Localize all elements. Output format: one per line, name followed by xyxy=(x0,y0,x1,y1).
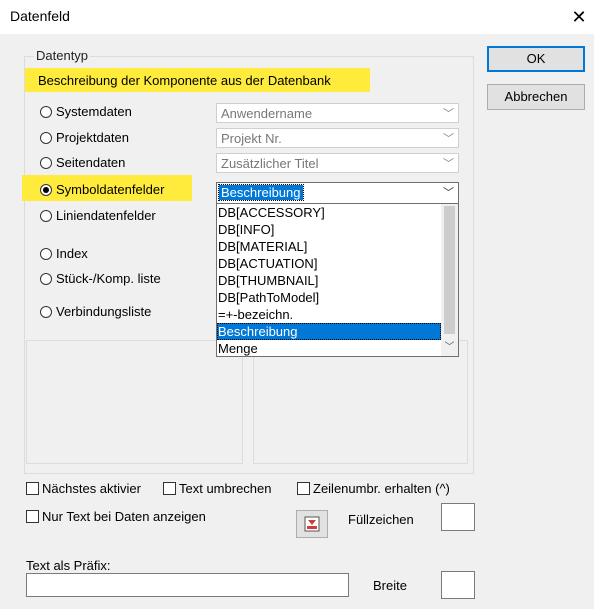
radio-label: Systemdaten xyxy=(56,104,132,119)
chevron-down-icon: ﹀ xyxy=(443,108,454,120)
list-items: DB[ACCESSORY] DB[INFO] DB[MATERIAL] DB[A… xyxy=(217,204,441,356)
checkbox-box xyxy=(26,482,39,495)
checkbox-label: Text umbrechen xyxy=(179,481,272,496)
radio-circle xyxy=(40,131,52,144)
radio-index[interactable]: Index xyxy=(40,246,88,261)
radio-label: Projektdaten xyxy=(56,130,129,145)
radio-liniendatenfelder[interactable]: Liniendatenfelder xyxy=(40,208,156,223)
checkbox-box xyxy=(297,482,310,495)
radio-seitendaten[interactable]: Seitendaten xyxy=(40,155,125,170)
page-combo[interactable]: Zusätzlicher Titel ﹀ xyxy=(216,153,459,173)
prefix-label: Text als Präfix: xyxy=(26,558,111,573)
system-combo[interactable]: Anwendername ﹀ xyxy=(216,103,459,123)
radio-circle xyxy=(40,272,52,285)
checkbox-label: Zeilenumbr. erhalten (^) xyxy=(313,481,450,496)
close-button[interactable]: ✕ xyxy=(566,4,592,30)
scroll-down-icon[interactable]: ﹀ xyxy=(441,339,458,356)
radio-label: Symboldatenfelder xyxy=(56,182,165,197)
scrollbar-thumb[interactable] xyxy=(444,206,455,334)
checkbox-box xyxy=(26,510,39,523)
list-item-selected[interactable]: Beschreibung xyxy=(217,323,441,340)
component-description: Beschreibung der Komponente aus der Date… xyxy=(38,73,331,88)
list-item[interactable]: DB[THUMBNAIL] xyxy=(217,272,441,289)
fill-char-input[interactable] xyxy=(441,503,475,531)
list-item[interactable]: =+-bezeichn. xyxy=(217,306,441,323)
group-legend: Datentyp xyxy=(34,48,91,63)
radio-circle xyxy=(40,209,52,222)
close-icon: ✕ xyxy=(571,7,587,27)
chevron-down-icon: ﹀ xyxy=(443,187,454,199)
checkbox-label: Nächstes aktivier xyxy=(42,481,141,496)
list-item[interactable]: DB[ACTUATION] xyxy=(217,255,441,272)
preview-panel-right xyxy=(253,340,468,464)
radio-label: Stück-/Komp. liste xyxy=(56,271,161,286)
list-item[interactable]: DB[ACCESSORY] xyxy=(217,204,441,221)
list-item[interactable]: DB[PathToModel] xyxy=(217,289,441,306)
radio-circle-selected xyxy=(40,183,52,196)
radio-symboldatenfelder[interactable]: Symboldatenfelder xyxy=(40,182,164,197)
fill-char-label: Füllzeichen xyxy=(348,512,414,527)
radio-circle xyxy=(40,156,52,169)
radio-circle xyxy=(40,305,52,318)
list-scrollbar[interactable]: ﹀ xyxy=(441,204,458,356)
project-combo[interactable]: Projekt Nr. ﹀ xyxy=(216,128,459,148)
checkbox-keep-linebreaks[interactable]: Zeilenumbr. erhalten (^) xyxy=(297,481,450,496)
width-input[interactable] xyxy=(441,571,475,599)
radio-projektdaten[interactable]: Projektdaten xyxy=(40,130,129,145)
checkbox-wrap-text[interactable]: Text umbrechen xyxy=(163,481,272,496)
window-title: Datenfeld xyxy=(10,8,70,24)
combo-value: Beschreibung xyxy=(218,184,304,201)
checkbox-next-activate[interactable]: Nächstes aktivier xyxy=(26,481,141,496)
chevron-down-icon: ﹀ xyxy=(443,133,454,145)
radio-label: Liniendatenfelder xyxy=(56,208,156,223)
radio-verbindungsliste[interactable]: Verbindungsliste xyxy=(40,304,151,319)
checkbox-box xyxy=(163,482,176,495)
radio-label: Index xyxy=(56,246,88,261)
symbol-dropdown-list[interactable]: DB[ACCESSORY] DB[INFO] DB[MATERIAL] DB[A… xyxy=(216,203,459,357)
radio-circle xyxy=(40,247,52,260)
list-item[interactable]: Menge xyxy=(217,340,441,356)
list-item[interactable]: DB[MATERIAL] xyxy=(217,238,441,255)
prefix-input[interactable] xyxy=(26,573,349,597)
radio-stueckliste[interactable]: Stück-/Komp. liste xyxy=(40,271,161,286)
combo-value: Projekt Nr. xyxy=(221,131,282,146)
radio-label: Seitendaten xyxy=(56,155,126,170)
fill-char-icon xyxy=(304,516,320,532)
cancel-button[interactable]: Abbrechen xyxy=(487,84,585,110)
ok-button[interactable]: OK xyxy=(487,46,585,72)
checkbox-text-only-with-data[interactable]: Nur Text bei Daten anzeigen xyxy=(26,509,206,524)
width-label: Breite xyxy=(373,578,407,593)
list-item[interactable]: DB[INFO] xyxy=(217,221,441,238)
radio-label: Verbindungsliste xyxy=(56,304,152,319)
title-bar: Datenfeld ✕ xyxy=(0,0,594,34)
symbol-combo[interactable]: Beschreibung ﹀ xyxy=(216,182,459,204)
checkbox-label: Nur Text bei Daten anzeigen xyxy=(42,509,206,524)
radio-circle xyxy=(40,105,52,118)
preview-panel-left xyxy=(26,340,243,464)
combo-value: Zusätzlicher Titel xyxy=(221,156,319,171)
radio-systemdaten[interactable]: Systemdaten xyxy=(40,104,132,119)
combo-value: Anwendername xyxy=(221,106,313,121)
fill-char-button[interactable] xyxy=(296,510,328,538)
chevron-down-icon: ﹀ xyxy=(443,158,454,170)
